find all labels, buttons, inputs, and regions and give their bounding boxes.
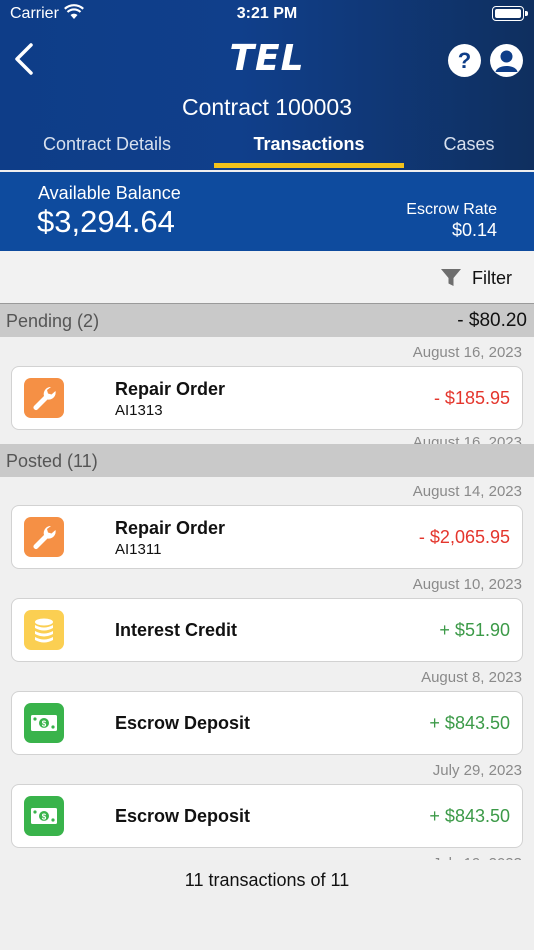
filter-icon [441, 269, 461, 286]
transaction-date-partial: August 16, 2023 [412, 434, 522, 444]
transaction-date: August 14, 2023 [412, 483, 522, 500]
available-balance-value: $3,294.64 [37, 204, 175, 239]
transaction-title: Repair Order [115, 379, 226, 399]
transaction-title: Escrow Deposit [115, 806, 251, 826]
transaction-reference: AI1311 [115, 541, 162, 558]
escrow-rate-label: Escrow Rate [406, 201, 497, 218]
coins-icon [24, 610, 64, 650]
tab-cases[interactable]: Cases [404, 132, 534, 170]
filter-bar: Filter [0, 251, 534, 304]
profile-button[interactable] [490, 44, 523, 77]
transaction-count: 11 transactions of 11 [184, 870, 350, 890]
svg-text:$: $ [42, 813, 47, 822]
transaction-date: August 8, 2023 [421, 669, 522, 686]
transaction-date: July 29, 2023 [432, 762, 522, 779]
pending-section-header: Pending (2) - $80.20 [0, 304, 534, 337]
transaction-card[interactable]: $ Escrow Deposit + $843.50 [11, 691, 523, 755]
filter-label: Filter [472, 267, 512, 288]
transaction-card[interactable]: Repair Order AI1311 - $2,065.95 [11, 505, 523, 569]
help-button[interactable]: ? [448, 44, 481, 77]
app-header: Carrier 3:21 PM TEL ? Contract 100003 Co… [0, 0, 534, 170]
transaction-title: Repair Order [115, 518, 226, 538]
transaction-date: August 10, 2023 [412, 576, 522, 593]
svg-text:$: $ [42, 720, 47, 729]
pending-label: Pending (2) [6, 311, 100, 331]
transaction-amount: + $51.90 [439, 620, 510, 640]
filter-button[interactable]: Filter [440, 266, 512, 290]
wrench-icon [24, 378, 64, 418]
transaction-date: August 16, 2023 [412, 344, 522, 361]
active-tab-indicator [214, 163, 404, 168]
transaction-card[interactable]: $ Escrow Deposit + $843.50 [11, 784, 523, 848]
transaction-reference: AI1313 [115, 402, 163, 419]
money-icon: $ [24, 796, 64, 836]
clock: 3:21 PM [236, 5, 298, 22]
escrow-rate-value: $0.14 [451, 220, 497, 240]
contract-title: Contract 100003 [181, 94, 353, 120]
posted-section-header: Posted (11) [0, 444, 534, 477]
user-icon [495, 50, 518, 72]
transaction-list[interactable]: Pending (2) - $80.20 August 16, 2023 Rep… [0, 304, 534, 860]
transaction-card[interactable]: Interest Credit + $51.90 [11, 598, 523, 662]
status-bar: Carrier 3:21 PM [0, 0, 534, 30]
balance-bar: Available Balance $3,294.64 Escrow Rate … [0, 172, 534, 251]
transaction-title: Escrow Deposit [115, 713, 251, 733]
wrench-icon [24, 517, 64, 557]
battery-icon [492, 6, 528, 21]
transaction-amount: + $843.50 [429, 713, 510, 733]
money-icon: $ [24, 703, 64, 743]
transaction-title: Interest Credit [115, 620, 238, 640]
transaction-amount: - $185.95 [433, 388, 510, 408]
transaction-amount: - $2,065.95 [418, 527, 510, 547]
transaction-amount: + $843.50 [429, 806, 510, 826]
transaction-card[interactable]: Repair Order AI1313 - $185.95 [11, 366, 523, 430]
transaction-date-partial: July 19, 2023 [433, 855, 522, 860]
available-balance-label: Available Balance [38, 183, 181, 203]
tab-contract-details[interactable]: Contract Details [0, 132, 214, 170]
posted-label: Posted (11) [6, 451, 98, 471]
pending-total: - $80.20 [457, 310, 527, 331]
